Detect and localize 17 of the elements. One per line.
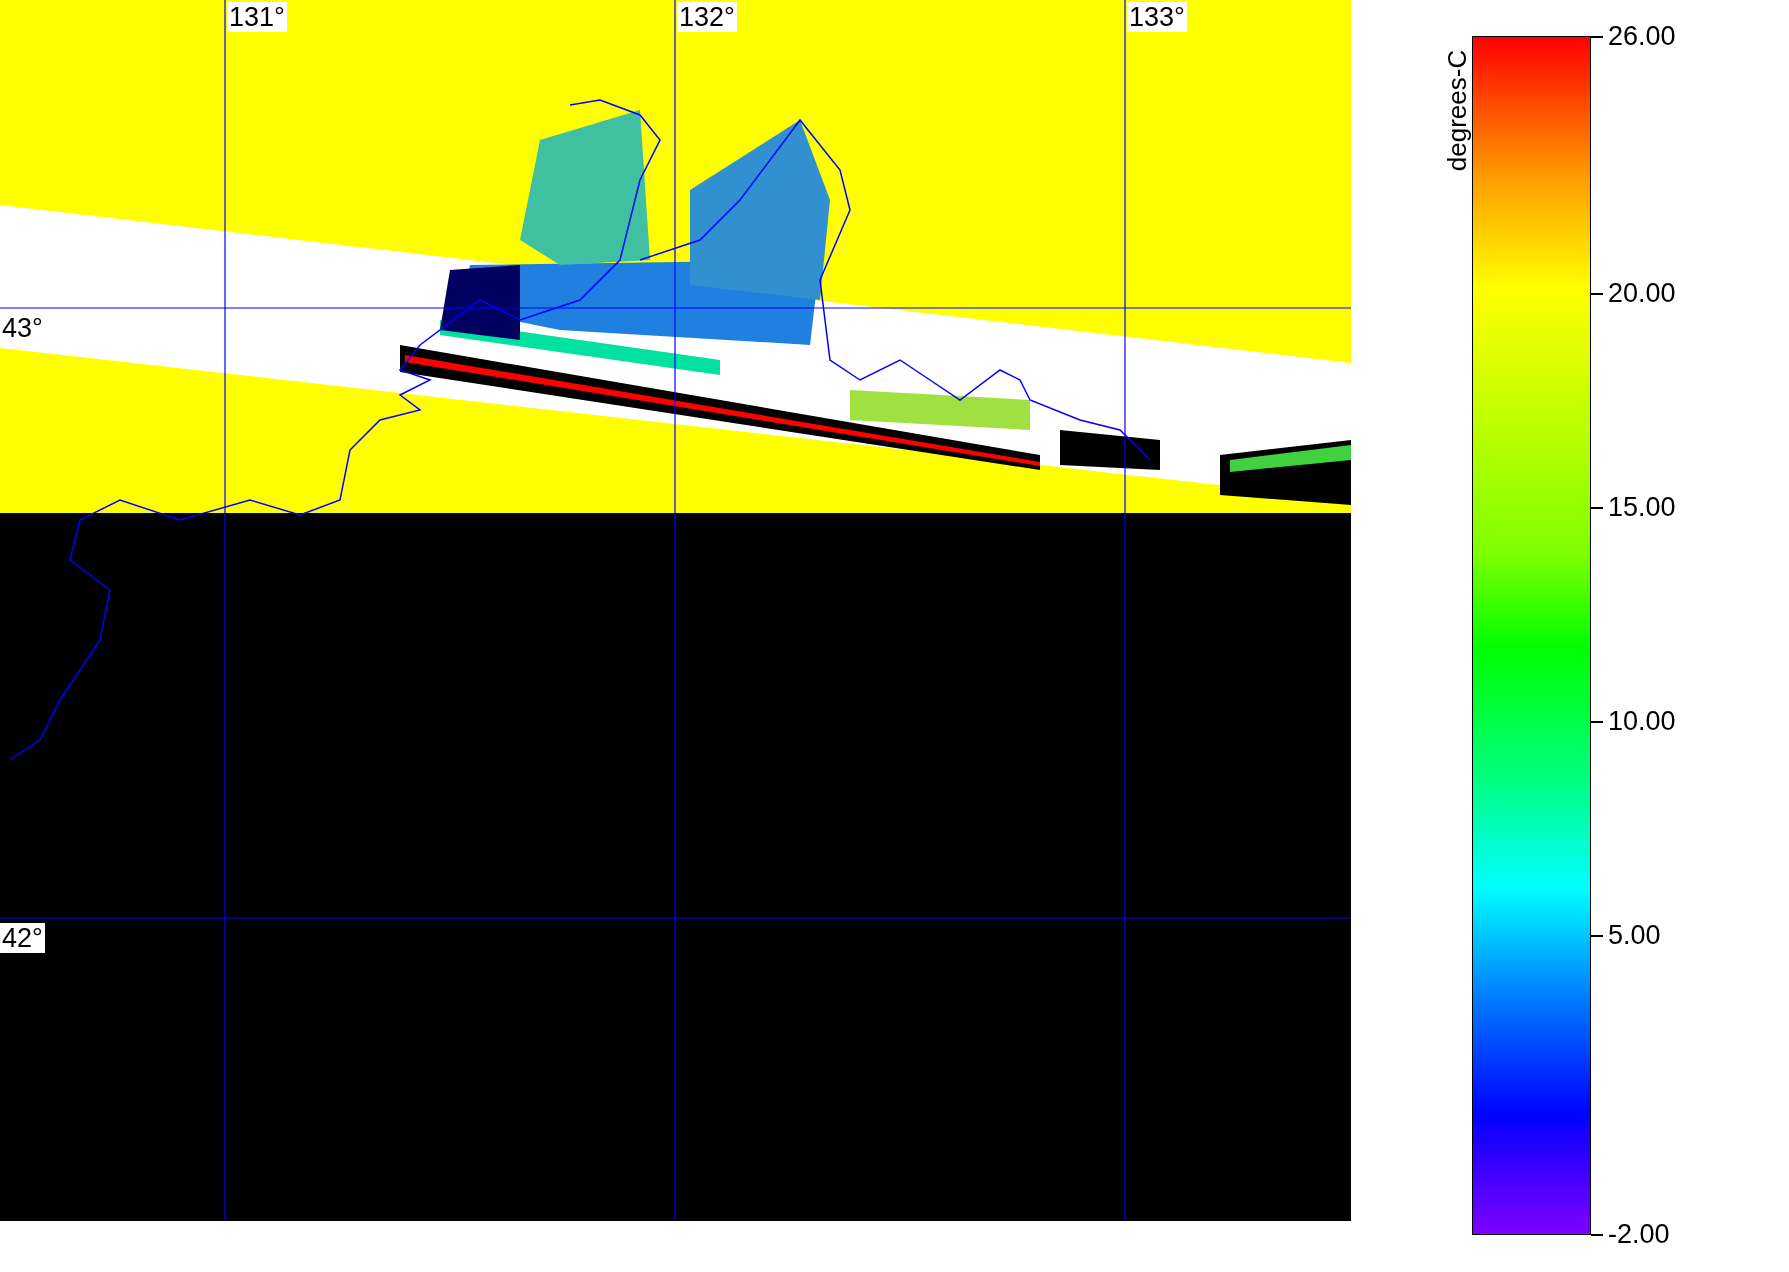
tick-mark <box>1591 292 1603 295</box>
tick-mark <box>1591 720 1603 723</box>
tick-mark <box>1591 36 1603 38</box>
colorbar-title: degrees-C <box>1442 49 1474 171</box>
latitude-label: 42° <box>0 923 45 953</box>
longitude-label: 132° <box>677 2 737 32</box>
longitude-label: 131° <box>227 2 287 32</box>
tick-label: -2.00 <box>1608 1219 1670 1249</box>
tick-label: 5.00 <box>1608 919 1661 950</box>
tick-label: 10.00 <box>1608 705 1676 736</box>
longitude-label: 133° <box>1127 2 1187 32</box>
tick-label: 15.00 <box>1608 491 1676 522</box>
tick-label: 26.00 <box>1608 21 1676 51</box>
tick-mark <box>1591 506 1603 509</box>
tick-mark <box>1591 1234 1603 1236</box>
tick-label: 20.00 <box>1608 277 1676 308</box>
tick-mark <box>1591 934 1603 937</box>
